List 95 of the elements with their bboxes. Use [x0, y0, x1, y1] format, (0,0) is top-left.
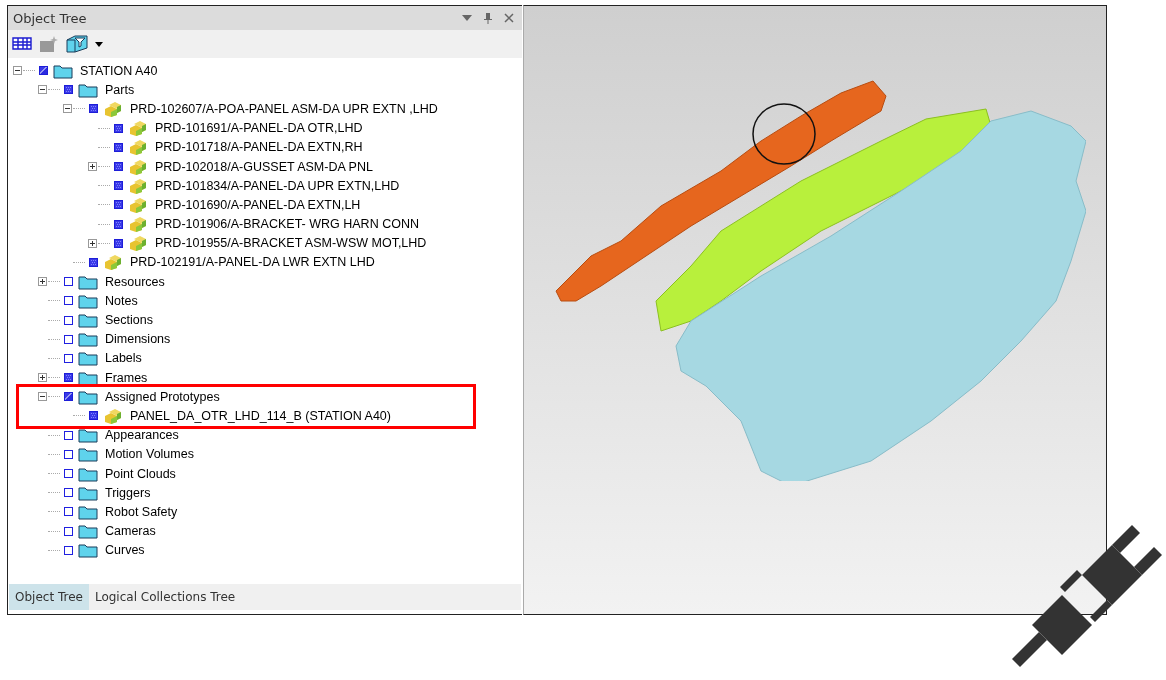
- box-stack-icon: [128, 120, 148, 137]
- filter-box-icon[interactable]: [66, 35, 88, 53]
- visibility-checkbox[interactable]: [39, 66, 48, 76]
- folder-icon: [78, 369, 98, 386]
- visibility-checkbox[interactable]: [64, 488, 73, 498]
- panel-tab[interactable]: Logical Collections Tree: [88, 584, 242, 610]
- tree-item[interactable]: Dimensions: [105, 332, 171, 347]
- tree-item[interactable]: Parts: [105, 82, 135, 97]
- tree-item[interactable]: PRD-102607/A-POA-PANEL ASM-DA UPR EXTN ,LHD: [130, 101, 438, 116]
- visibility-checkbox[interactable]: [64, 545, 73, 555]
- tree-item[interactable]: PANEL_DA_OTR_LHD_114_B (STATION A40): [130, 408, 391, 423]
- visibility-checkbox[interactable]: [64, 277, 73, 287]
- visibility-checkbox[interactable]: [64, 373, 73, 383]
- box-stack-icon: [103, 100, 123, 117]
- tree-item[interactable]: Sections: [105, 313, 153, 328]
- panel-title: Object Tree: [13, 10, 87, 26]
- close-icon[interactable]: [504, 13, 514, 23]
- visibility-checkbox[interactable]: [114, 200, 123, 210]
- visibility-checkbox[interactable]: [64, 296, 73, 306]
- tree-item[interactable]: PRD-101690/A-PANEL-DA EXTN,LH: [155, 197, 361, 212]
- tree-item[interactable]: Labels: [105, 351, 142, 366]
- folder-icon: [78, 81, 98, 98]
- box-stack-icon: [103, 407, 123, 424]
- folder-icon: [78, 542, 98, 559]
- visibility-checkbox[interactable]: [89, 257, 98, 267]
- visibility-checkbox[interactable]: [64, 430, 73, 440]
- dropdown-icon[interactable]: [462, 15, 472, 21]
- tree-item[interactable]: Frames: [105, 370, 148, 385]
- visibility-checkbox[interactable]: [64, 526, 73, 536]
- tree-item[interactable]: Cameras: [105, 524, 156, 539]
- box-stack-icon: [128, 139, 148, 156]
- folder-icon: [78, 312, 98, 329]
- visibility-checkbox[interactable]: [89, 104, 98, 114]
- tree-item[interactable]: Notes: [105, 293, 138, 308]
- tree-item[interactable]: PRD-102018/A-GUSSET ASM-DA PNL: [155, 159, 373, 174]
- box-stack-icon: [128, 216, 148, 233]
- folder-icon: [78, 523, 98, 540]
- box-stack-icon: [128, 235, 148, 252]
- folder-icon: [78, 446, 98, 463]
- visibility-checkbox[interactable]: [64, 85, 73, 95]
- expand-toggle[interactable]: [38, 277, 47, 287]
- visibility-checkbox[interactable]: [64, 315, 73, 325]
- tree-item[interactable]: Point Clouds: [105, 466, 176, 481]
- tree-item[interactable]: Triggers: [105, 485, 151, 500]
- visibility-checkbox[interactable]: [64, 469, 73, 479]
- folder-icon: [78, 388, 98, 405]
- folder-icon: [78, 465, 98, 482]
- box-stack-icon: [128, 177, 148, 194]
- collapse-toggle[interactable]: [63, 104, 72, 114]
- expand-toggle[interactable]: [38, 373, 47, 383]
- tree-item[interactable]: Assigned Prototypes: [105, 389, 220, 404]
- visibility-checkbox[interactable]: [89, 411, 98, 421]
- box-stack-icon: [103, 254, 123, 271]
- caret-icon[interactable]: [95, 41, 103, 47]
- expand-toggle[interactable]: [88, 238, 97, 248]
- tree-item[interactable]: Robot Safety: [105, 504, 178, 519]
- folder-icon: [78, 273, 98, 290]
- visibility-checkbox[interactable]: [114, 238, 123, 248]
- visibility-checkbox[interactable]: [114, 181, 123, 191]
- collapse-toggle[interactable]: [38, 392, 47, 402]
- tree-item[interactable]: Curves: [105, 543, 145, 558]
- visibility-checkbox[interactable]: [64, 507, 73, 517]
- tree-item[interactable]: Motion Volumes: [105, 447, 194, 462]
- folder-icon: [78, 292, 98, 309]
- tree-item[interactable]: PRD-101906/A-BRACKET- WRG HARN CONN: [155, 217, 419, 232]
- visibility-checkbox[interactable]: [64, 392, 73, 402]
- visibility-checkbox[interactable]: [114, 123, 123, 133]
- visibility-checkbox[interactable]: [114, 162, 123, 172]
- folder-icon: [78, 503, 98, 520]
- visibility-checkbox[interactable]: [64, 353, 73, 363]
- tree-item[interactable]: PRD-101718/A-PANEL-DA EXTN,RH: [155, 140, 363, 155]
- tree-item[interactable]: Appearances: [105, 428, 179, 443]
- tree-item[interactable]: Resources: [105, 274, 165, 289]
- visibility-checkbox[interactable]: [64, 334, 73, 344]
- expand-toggle[interactable]: [88, 162, 97, 172]
- pin-icon[interactable]: [484, 12, 492, 24]
- visibility-checkbox[interactable]: [114, 142, 123, 152]
- folder-icon: [78, 427, 98, 444]
- tree-item[interactable]: PRD-102191/A-PANEL-DA LWR EXTN LHD: [130, 255, 375, 270]
- collapse-toggle[interactable]: [38, 85, 47, 95]
- tree-item[interactable]: PRD-101955/A-BRACKET ASM-WSW MOT,LHD: [155, 236, 427, 251]
- grid-icon[interactable]: [12, 35, 32, 53]
- folder-icon: [78, 350, 98, 367]
- tree-item[interactable]: STATION A40: [80, 63, 158, 78]
- box-stack-icon: [128, 196, 148, 213]
- folder-icon: [53, 62, 73, 79]
- tree-item[interactable]: PRD-101691/A-PANEL-DA OTR,LHD: [155, 121, 363, 136]
- folder-icon: [78, 331, 98, 348]
- visibility-checkbox[interactable]: [114, 219, 123, 229]
- folder-icon: [78, 484, 98, 501]
- panel-tab[interactable]: Object Tree: [9, 584, 89, 610]
- collapse-toggle[interactable]: [13, 66, 22, 76]
- box-stack-icon: [128, 158, 148, 175]
- visibility-checkbox[interactable]: [64, 449, 73, 459]
- tree-item[interactable]: PRD-101834/A-PANEL-DA UPR EXTN,LHD: [155, 178, 400, 193]
